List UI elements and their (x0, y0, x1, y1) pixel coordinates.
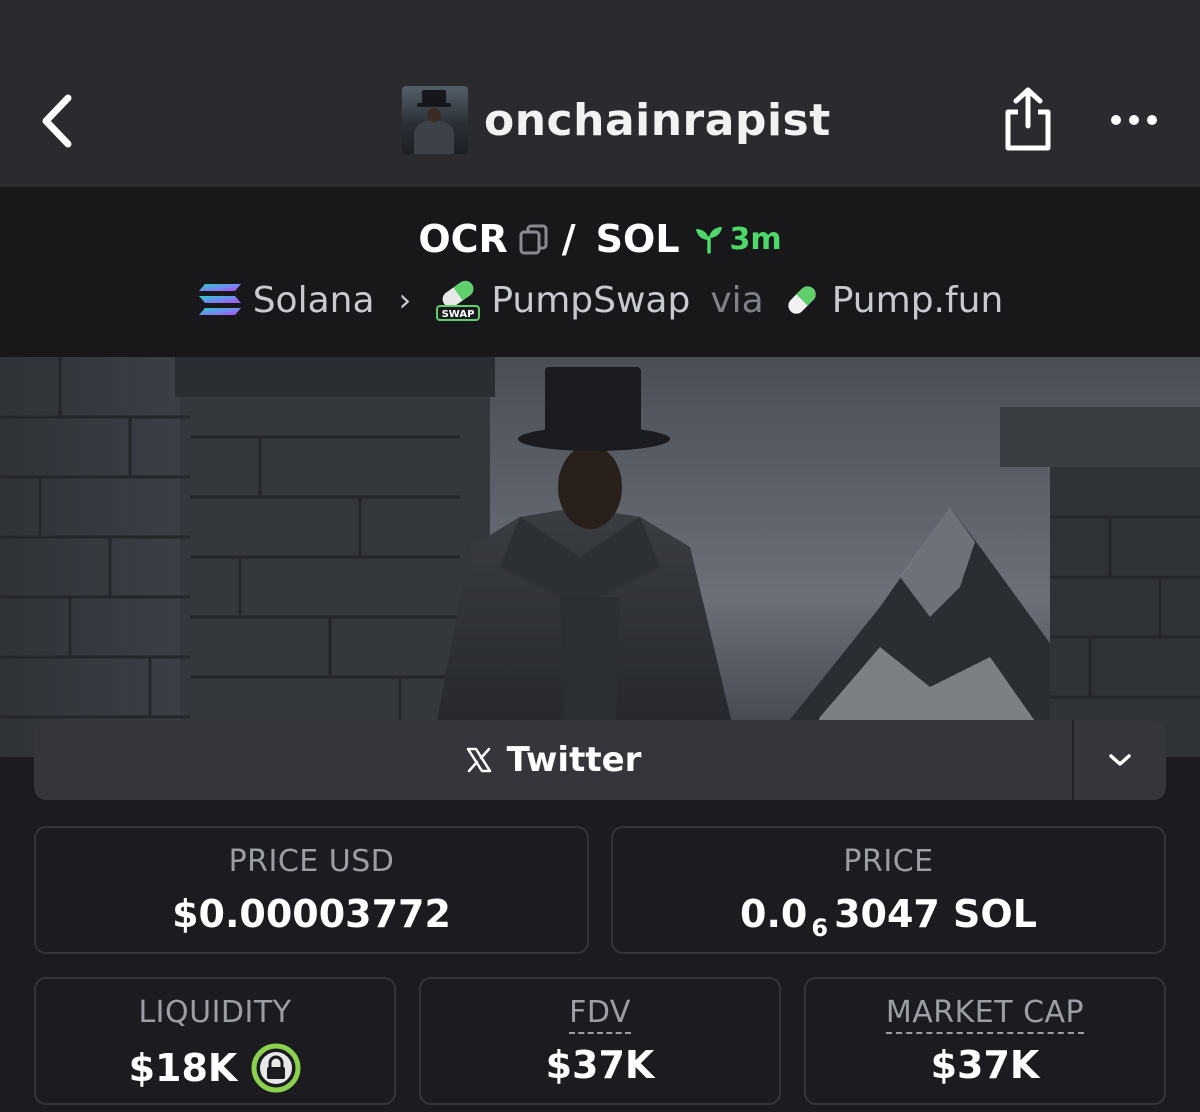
pair-header: OCR / SOL 3m Solana › SWAP PumpSwap via … (0, 187, 1200, 357)
chain-link[interactable]: Solana (197, 280, 375, 321)
lock-icon[interactable] (251, 1043, 301, 1093)
quote-token-symbol: SOL (595, 217, 680, 261)
top-nav-bar: onchainrapist (0, 0, 1200, 187)
price-usd-card: PRICE USD $0.00003772 (34, 826, 589, 954)
price-native-card: PRICE 0.0 6 3047 SOL (611, 826, 1166, 954)
market-cap-value: $37K (930, 1043, 1040, 1087)
via-text: via (710, 279, 764, 321)
share-icon (1005, 87, 1051, 151)
price-label: PRICE (843, 844, 934, 879)
liquidity-value-row: $18K (36, 1043, 394, 1093)
expand-socials-button[interactable] (1074, 720, 1166, 800)
pair-title: OCR / SOL 3m (0, 215, 1200, 263)
price-native-value: 0.0 6 3047 SOL (613, 892, 1164, 942)
chain-name: Solana (252, 279, 375, 321)
dex-name: PumpSwap (491, 279, 691, 321)
price-zero-count: 6 (811, 914, 829, 942)
pair-age: 3m (729, 221, 782, 257)
token-banner-image (0, 357, 1200, 757)
solana-icon (198, 284, 241, 315)
fdv-value: $37K (545, 1043, 655, 1087)
share-button[interactable] (1000, 86, 1056, 152)
username[interactable]: onchainrapist (484, 95, 831, 146)
fdv-card[interactable]: FDV $37K (419, 977, 781, 1105)
market-cap-card[interactable]: MARKET CAP $37K (804, 977, 1166, 1105)
pill-icon (788, 286, 816, 314)
liquidity-value: $18K (128, 1046, 238, 1090)
social-links-bar: Twitter (34, 720, 1166, 800)
svg-text:SWAP: SWAP (442, 309, 475, 320)
price-usd-label: PRICE USD (228, 844, 395, 879)
liquidity-card: LIQUIDITY $18K (34, 977, 396, 1105)
ellipsis-icon (1111, 115, 1121, 125)
route-breadcrumb: Solana › SWAP PumpSwap via Pump.fun (0, 277, 1200, 323)
market-cap-label[interactable]: MARKET CAP (806, 995, 1164, 1034)
fdv-label[interactable]: FDV (421, 995, 779, 1034)
chevron-right-icon: › (398, 281, 412, 319)
back-button[interactable] (30, 90, 84, 152)
more-options-button[interactable] (1106, 104, 1162, 136)
price-usd-value: $0.00003772 (172, 892, 451, 936)
liquidity-label: LIQUIDITY (138, 995, 292, 1030)
pumpswap-icon: SWAP (436, 280, 481, 321)
dex-link[interactable]: SWAP PumpSwap (435, 278, 690, 322)
launchpad-link[interactable]: Pump.fun (784, 279, 1004, 321)
price-suffix: 3047 SOL (834, 892, 1037, 936)
profile-header[interactable]: onchainrapist (402, 86, 831, 154)
copy-icon[interactable] (518, 223, 550, 255)
sprout-icon (695, 227, 722, 254)
twitter-link-button[interactable]: Twitter (34, 720, 1072, 800)
pair-separator: / (561, 217, 576, 261)
x-icon (466, 747, 491, 773)
twitter-label: Twitter (506, 740, 642, 780)
launchpad-name: Pump.fun (831, 279, 1004, 321)
chevron-down-icon (1109, 754, 1131, 766)
chevron-left-icon (42, 94, 72, 148)
avatar[interactable] (402, 86, 468, 154)
base-token-symbol: OCR (418, 217, 508, 261)
price-prefix: 0.0 (740, 892, 808, 936)
banner-artwork (0, 357, 1200, 757)
